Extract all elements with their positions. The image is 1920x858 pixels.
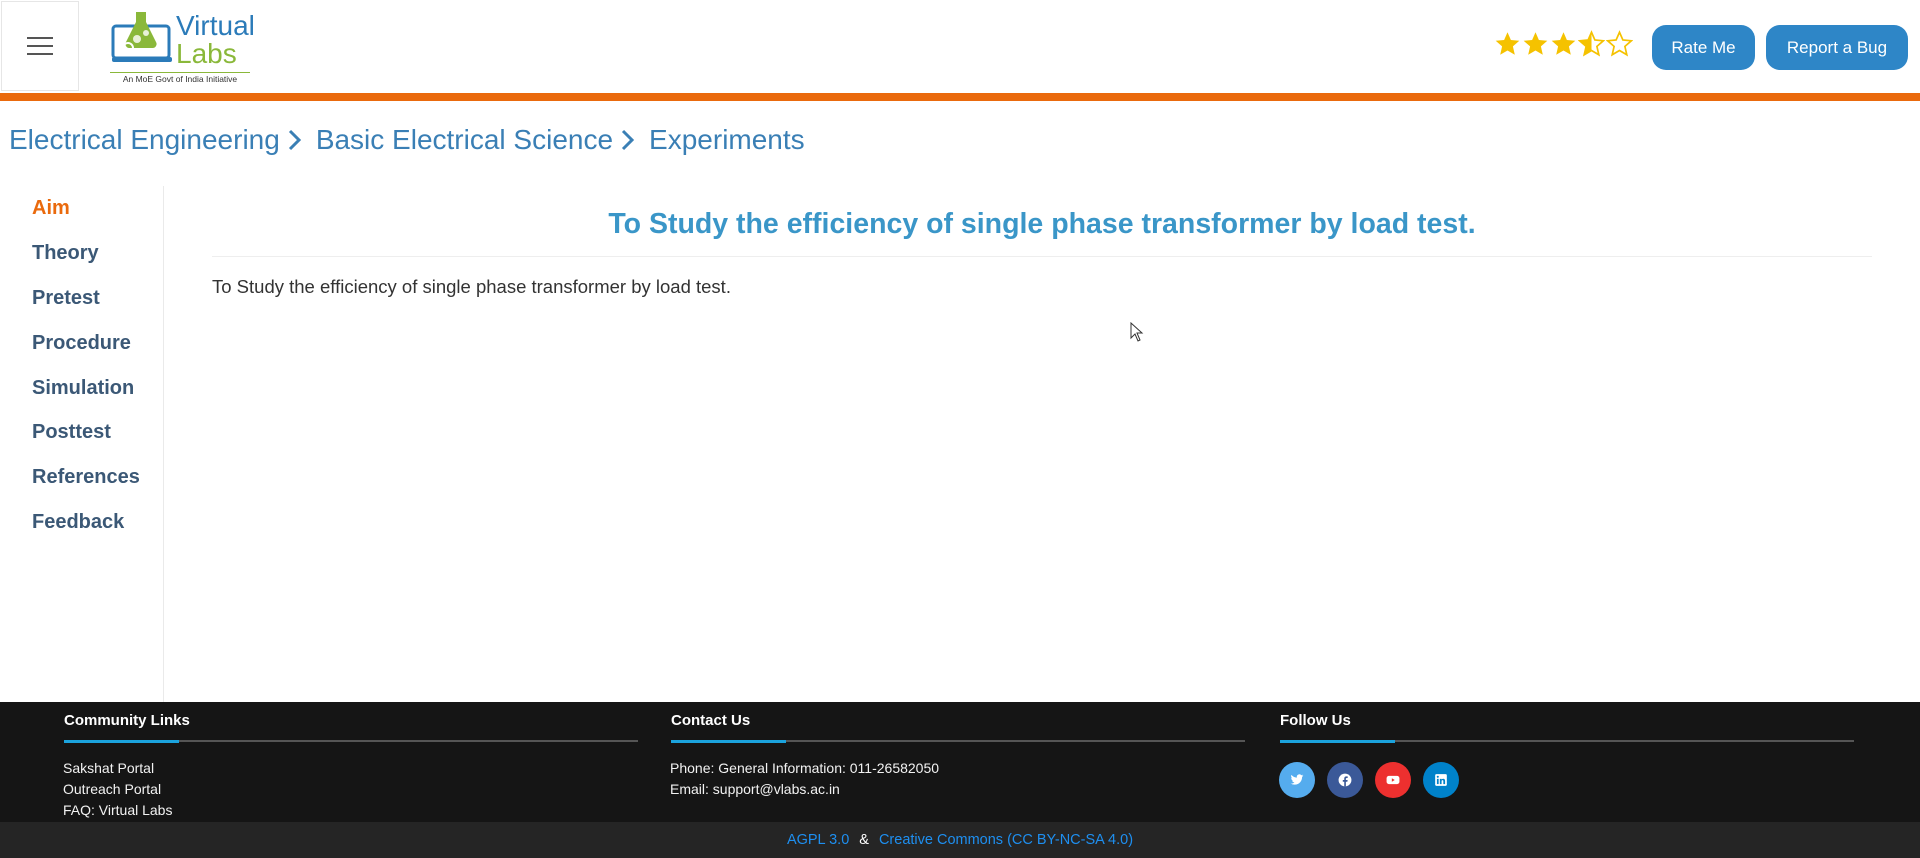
footer-heading-contact: Contact Us xyxy=(671,712,751,729)
sidebar-item-simulation[interactable]: Simulation xyxy=(32,377,134,400)
logo-tagline: An MoE Govt of India Initiative xyxy=(110,72,250,84)
sidebar-item-references[interactable]: References xyxy=(32,466,140,489)
sidebar-item-theory[interactable]: Theory xyxy=(32,242,99,265)
sidebar-item-procedure[interactable]: Procedure xyxy=(32,332,131,355)
license-bar: AGPL 3.0 & Creative Commons (CC BY-NC-SA… xyxy=(0,822,1920,858)
rate-me-button[interactable]: Rate Me xyxy=(1652,25,1755,70)
virtual-labs-logo[interactable]: Virtual Labs An MoE Govt of India Initia… xyxy=(110,8,255,84)
link-sakshat-portal[interactable]: Sakshat Portal xyxy=(63,758,172,779)
footer-divider xyxy=(64,739,638,743)
link-faq-virtual-labs[interactable]: FAQ: Virtual Labs xyxy=(63,800,172,821)
contact-email[interactable]: Email: support@vlabs.ac.in xyxy=(670,779,939,800)
link-outreach-portal[interactable]: Outreach Portal xyxy=(63,779,172,800)
chevron-right-icon xyxy=(621,125,643,155)
footer-heading-community: Community Links xyxy=(64,712,190,729)
twitter-icon[interactable] xyxy=(1279,762,1315,798)
page-title: To Study the efficiency of single phase … xyxy=(608,208,1476,240)
title-divider xyxy=(212,256,1872,257)
footer: Community Links Sakshat Portal Outreach … xyxy=(0,702,1920,822)
license-cc-link[interactable]: Creative Commons (CC BY-NC-SA 4.0) xyxy=(879,832,1133,848)
flask-monitor-icon xyxy=(111,12,172,62)
hamburger-menu-button[interactable] xyxy=(1,1,79,91)
footer-divider xyxy=(671,739,1245,743)
star-empty-icon xyxy=(1606,30,1633,57)
footer-divider xyxy=(1280,739,1854,743)
breadcrumb-electrical-engineering[interactable]: Electrical Engineering xyxy=(9,124,280,156)
star-half-icon xyxy=(1578,30,1605,57)
mouse-cursor-icon xyxy=(1130,322,1144,342)
aim-text: To Study the efficiency of single phase … xyxy=(212,276,731,297)
header-accent-bar xyxy=(0,93,1920,101)
sidebar-item-pretest[interactable]: Pretest xyxy=(32,287,100,310)
hamburger-icon xyxy=(27,31,53,61)
youtube-icon[interactable] xyxy=(1375,762,1411,798)
chevron-right-icon xyxy=(288,125,310,155)
top-header: Virtual Labs An MoE Govt of India Initia… xyxy=(0,0,1920,93)
linkedin-icon[interactable] xyxy=(1423,762,1459,798)
breadcrumb: Electrical Engineering Basic Electrical … xyxy=(9,124,805,156)
star-full-icon xyxy=(1523,32,1548,55)
license-separator: & xyxy=(859,832,869,848)
facebook-icon[interactable] xyxy=(1327,762,1363,798)
sidebar-item-feedback[interactable]: Feedback xyxy=(32,511,124,534)
logo-word-labs: Labs xyxy=(176,38,237,69)
breadcrumb-experiments[interactable]: Experiments xyxy=(649,124,805,156)
experiment-sidebar: Aim Theory Pretest Procedure Simulation … xyxy=(0,186,164,702)
footer-heading-follow: Follow Us xyxy=(1280,712,1351,729)
license-agpl-link[interactable]: AGPL 3.0 xyxy=(787,832,849,848)
star-full-icon xyxy=(1495,32,1520,55)
sidebar-item-posttest[interactable]: Posttest xyxy=(32,421,111,444)
star-full-icon xyxy=(1551,32,1576,55)
star-rating[interactable] xyxy=(1494,30,1633,57)
breadcrumb-basic-electrical-science[interactable]: Basic Electrical Science xyxy=(316,124,613,156)
sidebar-item-aim[interactable]: Aim xyxy=(32,197,70,220)
contact-phone: Phone: General Information: 011-26582050 xyxy=(670,760,940,776)
report-bug-button[interactable]: Report a Bug xyxy=(1766,25,1908,70)
